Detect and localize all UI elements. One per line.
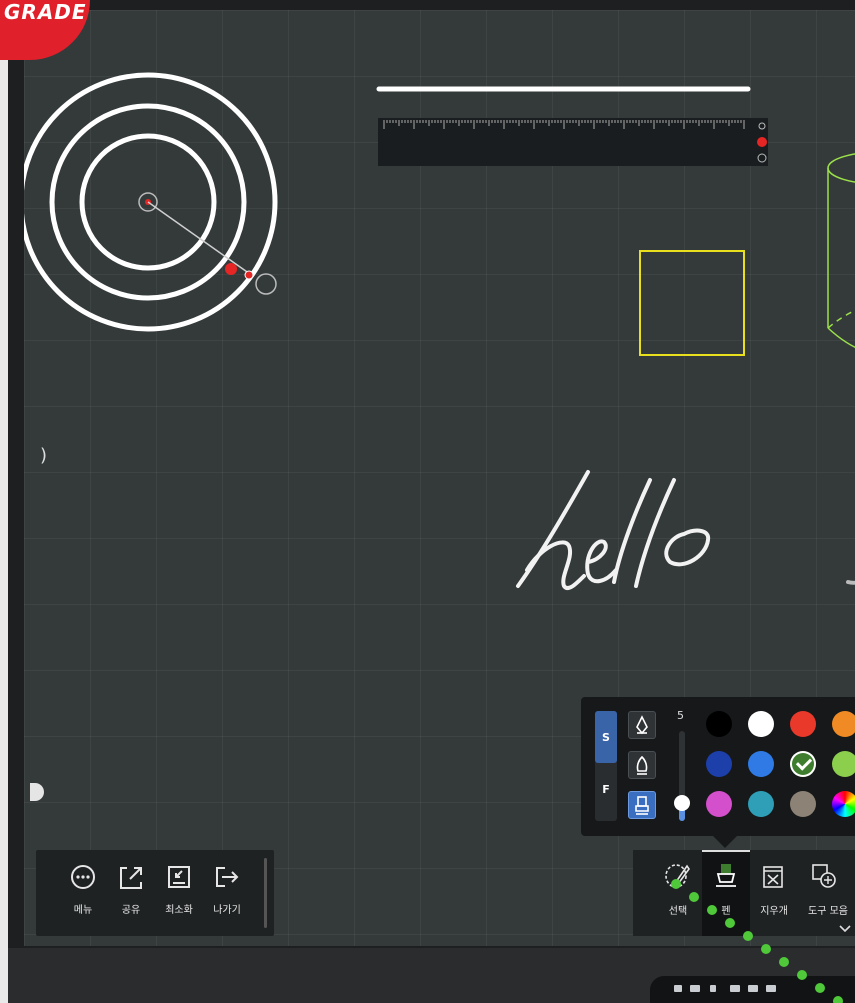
- pen-tool-button[interactable]: 펜: [702, 860, 750, 917]
- minimize-label: 최소화: [165, 905, 193, 916]
- color-swatch[interactable]: [706, 711, 732, 737]
- color-swatch[interactable]: [790, 751, 816, 777]
- taskbar-app-icon[interactable]: [766, 985, 776, 992]
- system-taskbar: [650, 976, 855, 1003]
- taskbar-app-icon[interactable]: [674, 985, 682, 992]
- ribbon-text: GRADE: [4, 0, 87, 24]
- minimize-icon: [168, 866, 190, 888]
- marker-tip-icon: [636, 755, 648, 775]
- right-toolbar: 선택 펜 지우개 도구 모음: [633, 850, 855, 936]
- color-swatch[interactable]: [748, 791, 774, 817]
- color-swatch[interactable]: [790, 711, 816, 737]
- eraser-tool-button[interactable]: 지우개: [750, 860, 798, 917]
- taskbar-app-icon[interactable]: [690, 985, 700, 992]
- ruler-close-button[interactable]: [757, 137, 767, 147]
- toolbox-button[interactable]: 도구 모음: [795, 860, 855, 917]
- pen-tip-icon: [636, 715, 648, 735]
- color-swatch[interactable]: [832, 791, 855, 817]
- exit-label: 나가기: [213, 905, 241, 916]
- active-tool-indicator: [702, 850, 750, 852]
- color-swatch[interactable]: [832, 751, 855, 777]
- compass-pencil-tip[interactable]: [244, 270, 254, 280]
- share-button[interactable]: 공유: [108, 862, 154, 916]
- share-icon: [120, 867, 142, 889]
- eraser-icon: [763, 866, 783, 888]
- chevron-down-icon[interactable]: [837, 924, 853, 934]
- left-edge-collapse-handle[interactable]: ): [40, 445, 47, 466]
- toolbox-icon: [812, 864, 836, 888]
- pen-settings-panel: S F 5: [581, 697, 855, 836]
- minimize-button[interactable]: 최소화: [156, 862, 202, 916]
- pen-size-slider-knob[interactable]: [674, 795, 690, 811]
- mode-s-label: S: [602, 731, 610, 744]
- taskbar-app-icon[interactable]: [730, 985, 740, 992]
- pen-type-marker[interactable]: [628, 751, 656, 779]
- compass-rotate-handle[interactable]: [255, 273, 277, 295]
- color-swatch[interactable]: [790, 791, 816, 817]
- color-swatch[interactable]: [706, 791, 732, 817]
- pen-type-highlighter[interactable]: [628, 791, 656, 819]
- compass-close-button[interactable]: [225, 263, 237, 275]
- mode-f-label[interactable]: F: [595, 783, 617, 796]
- exit-button[interactable]: 나가기: [204, 862, 250, 916]
- menu-button[interactable]: 메뉴: [60, 862, 106, 916]
- toolbar-drag-handle[interactable]: [264, 858, 267, 928]
- exit-icon: [216, 867, 239, 887]
- more-circle-icon: [71, 865, 95, 889]
- color-swatch[interactable]: [748, 711, 774, 737]
- pen-type-fountain[interactable]: [628, 711, 656, 739]
- taskbar-app-icon[interactable]: [710, 985, 716, 992]
- taskbar-app-icon[interactable]: [748, 985, 758, 992]
- pen-icon: [716, 864, 736, 887]
- highlighter-icon: [635, 796, 649, 815]
- stroke-mode-switch[interactable]: S F: [595, 711, 617, 821]
- select-label: 선택: [668, 906, 688, 917]
- yellow-square-shape[interactable]: [639, 250, 745, 356]
- toolbox-label: 도구 모음: [808, 906, 848, 917]
- handwriting-hello[interactable]: [516, 470, 855, 591]
- select-lasso-icon: [665, 864, 690, 888]
- ruler-tool[interactable]: [378, 118, 768, 166]
- menu-label: 메뉴: [73, 905, 93, 916]
- green-cylinder-shape[interactable]: [827, 152, 855, 355]
- color-swatch[interactable]: [706, 751, 732, 777]
- pen-size-value: 5: [677, 709, 684, 722]
- pen-panel-pointer: [713, 836, 737, 848]
- selected-check-icon: [795, 754, 813, 771]
- left-toolbar: 메뉴 공유 최소화 나가기: [36, 850, 274, 936]
- color-swatch[interactable]: [832, 711, 855, 737]
- share-label: 공유: [121, 905, 141, 916]
- select-tool-button[interactable]: 선택: [654, 860, 702, 917]
- eraser-label: 지우개: [760, 906, 788, 917]
- pen-label: 펜: [721, 906, 731, 917]
- color-swatch[interactable]: [748, 751, 774, 777]
